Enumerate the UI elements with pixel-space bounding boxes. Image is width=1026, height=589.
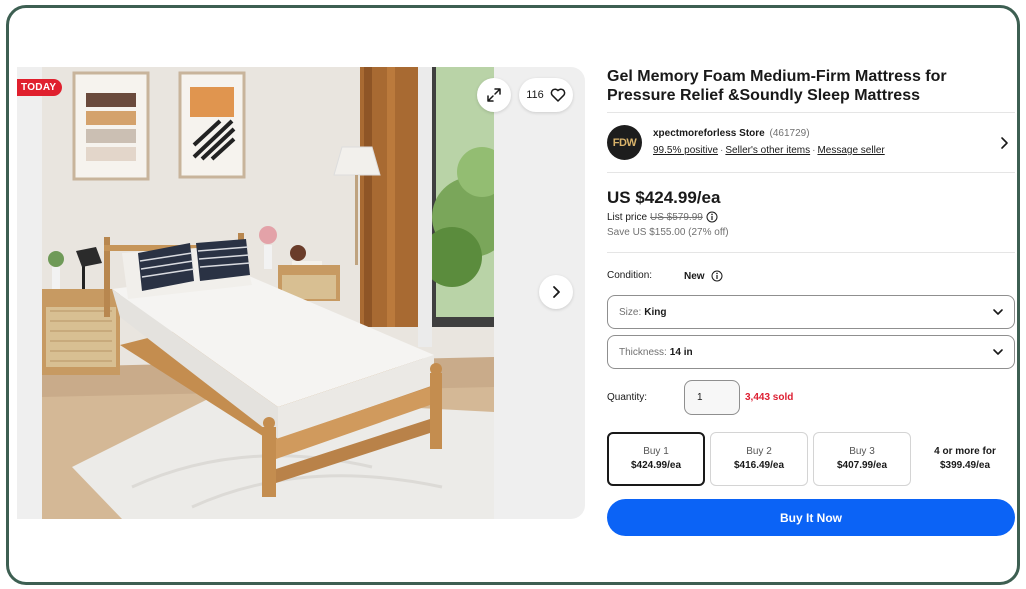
tier-price: $416.49/ea (733, 460, 785, 471)
tier-buy-4-plus[interactable]: 4 or more for $399.49/ea (916, 432, 1014, 486)
seller-feedback-count: (461729) (769, 128, 810, 139)
divider (607, 252, 1015, 253)
expand-icon (487, 88, 501, 102)
divider (607, 172, 1015, 173)
thickness-label: Thickness: (619, 346, 667, 358)
quantity-label: Quantity: (607, 392, 648, 403)
info-icon[interactable] (711, 270, 723, 282)
tier-buy-3[interactable]: Buy 3 $407.99/ea (813, 432, 911, 486)
watch-button[interactable]: 116 (519, 78, 573, 112)
chevron-down-icon (993, 309, 1003, 315)
image-gallery: TODAY 116 (17, 67, 585, 519)
tier-price: $407.99/ea (836, 460, 888, 471)
product-photo[interactable] (42, 67, 494, 519)
today-badge: TODAY (17, 79, 63, 96)
item-price: US $424.99/ea (607, 188, 721, 207)
thickness-value: 14 in (669, 346, 693, 358)
buy-it-now-button[interactable]: Buy It Now (607, 499, 1015, 536)
condition-value: New (684, 270, 723, 282)
message-seller-link[interactable]: Message seller (817, 145, 884, 156)
chevron-right-icon (553, 286, 560, 298)
tier-label: Buy 3 (849, 446, 875, 457)
tier-price: $399.49/ea (939, 460, 991, 471)
next-image-button[interactable] (539, 275, 573, 309)
listing-title: Gel Memory Foam Medium-Firm Mattress for… (607, 68, 947, 104)
size-select[interactable]: Size: King (607, 295, 1015, 329)
list-price-label: List price (607, 211, 648, 223)
item-details-panel: Gel Memory Foam Medium-Firm Mattress for… (607, 8, 1015, 582)
seller-name[interactable]: xpectmoreforless Store (461729) (653, 128, 810, 139)
tier-label: Buy 2 (746, 446, 772, 457)
info-icon[interactable] (706, 211, 718, 223)
list-price-value: US $579.99 (650, 211, 703, 223)
seller-other-items-link[interactable]: Seller's other items (725, 145, 810, 156)
seller-links: 99.5% positive · Seller's other items · Mess… (653, 145, 885, 156)
thickness-select[interactable]: Thickness: 14 in (607, 335, 1015, 369)
sold-count: 3,443 sold (745, 392, 794, 403)
quantity-input[interactable] (684, 380, 740, 415)
condition-text: New (684, 270, 705, 282)
savings-text: Save US $155.00 (27% off) (607, 227, 729, 238)
heart-icon (550, 88, 566, 102)
tier-buy-2[interactable]: Buy 2 $416.49/ea (710, 432, 808, 486)
size-value: King (644, 306, 667, 318)
divider (607, 112, 1015, 113)
seller-positive-link[interactable]: 99.5% positive (653, 145, 718, 156)
seller-logo: FDW (607, 125, 642, 160)
seller-card[interactable]: FDW xpectmoreforless Store (461729) 99.5… (607, 122, 1015, 168)
expand-button[interactable] (477, 78, 511, 112)
seller-store-name: xpectmoreforless Store (653, 128, 765, 139)
chevron-down-icon (993, 349, 1003, 355)
condition-label: Condition: (607, 270, 653, 281)
tier-label: Buy 1 (643, 446, 669, 457)
tier-price: $424.99/ea (630, 460, 682, 471)
size-label: Size: (619, 306, 642, 318)
list-price: List price US $579.99 (607, 211, 718, 223)
tier-buy-1[interactable]: Buy 1 $424.99/ea (607, 432, 705, 486)
listing-frame: TODAY 116 Gel Memory Foam Medium-Firm Ma… (6, 5, 1020, 585)
tier-label: 4 or more for (934, 446, 996, 457)
watchers-count: 116 (526, 89, 544, 101)
chevron-right-icon[interactable] (999, 136, 1009, 150)
